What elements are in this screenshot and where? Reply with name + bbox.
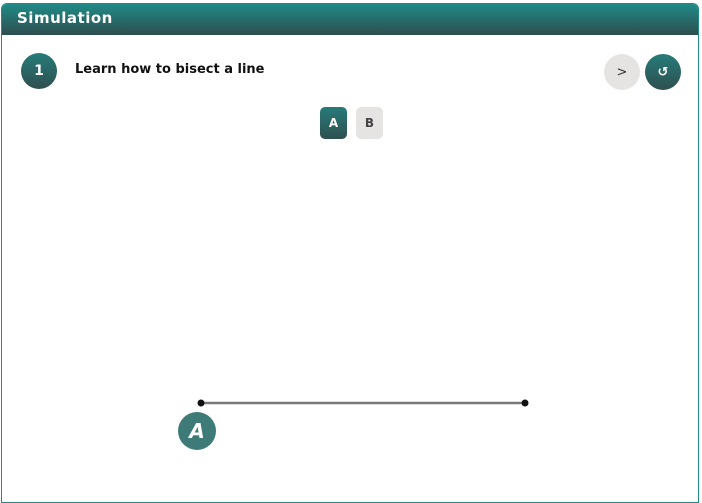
point-a-text: A — [189, 419, 205, 443]
endpoint-left[interactable] — [197, 399, 205, 407]
point-a-label: A — [178, 412, 216, 450]
endpoint-right[interactable] — [521, 399, 529, 407]
simulation-panel: Simulation 1 Learn how to bisect a line … — [1, 3, 699, 503]
drawing-canvas[interactable] — [2, 4, 699, 503]
